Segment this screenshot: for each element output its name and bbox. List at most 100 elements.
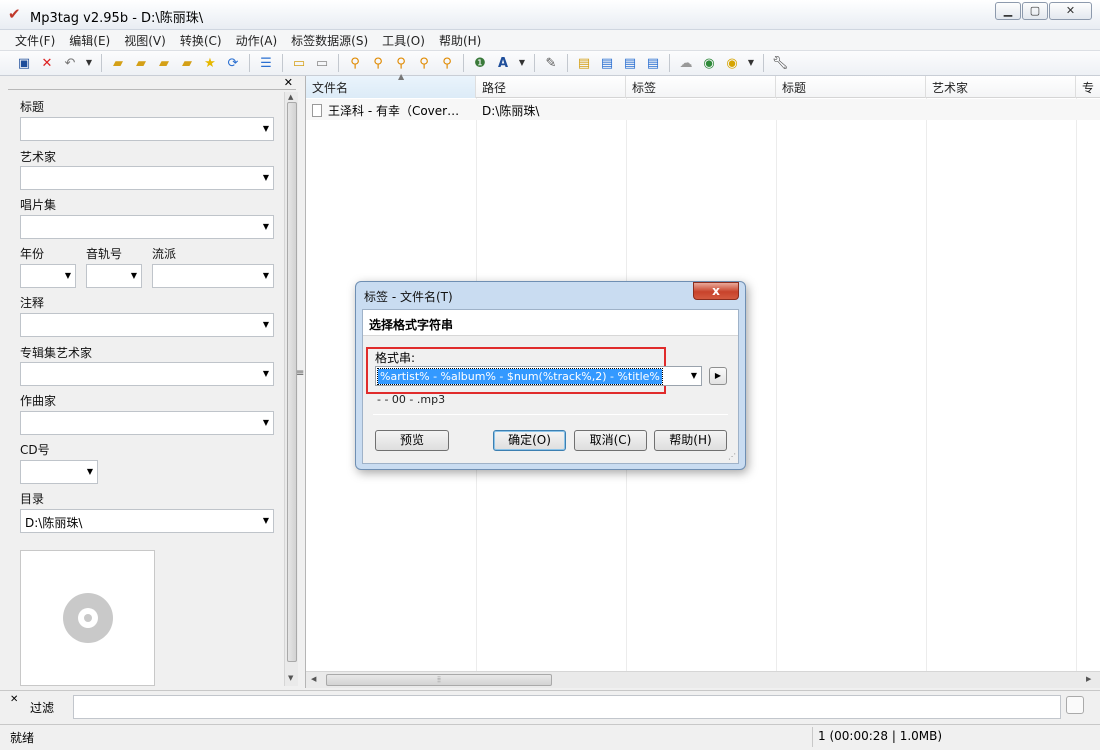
column-tag[interactable]: 标签 xyxy=(626,76,776,98)
artist-cell[interactable] xyxy=(926,99,1076,120)
tag-to-tag-icon[interactable]: ⚲ xyxy=(391,53,411,73)
select-icon[interactable]: ▤ xyxy=(597,53,617,73)
favorite-star-icon[interactable]: ★ xyxy=(200,53,220,73)
refresh-icon[interactable]: ⟳ xyxy=(223,53,243,73)
title-combo[interactable]: ▼ xyxy=(20,117,274,141)
menu-actions[interactable]: 动作(A) xyxy=(229,30,285,50)
chevron-down-icon[interactable]: ▼ xyxy=(263,369,269,378)
menu-edit[interactable]: 编辑(E) xyxy=(62,30,117,50)
format-string-value[interactable]: %artist% - %album% - $num(%track%,2) - %… xyxy=(377,368,663,385)
year-combo[interactable]: ▼ xyxy=(20,264,76,288)
directory-combo[interactable]: D:\陈丽珠\ ▼ xyxy=(20,509,274,533)
menu-file[interactable]: 文件(F) xyxy=(8,30,62,50)
freedb-icon[interactable]: ◉ xyxy=(699,53,719,73)
filter-options-button[interactable] xyxy=(1066,696,1084,714)
album-combo[interactable]: ▼ xyxy=(20,215,274,239)
maximize-button[interactable]: ▢ xyxy=(1022,2,1048,20)
text-to-tag-icon[interactable]: ⚲ xyxy=(414,53,434,73)
filename-to-tag-icon[interactable]: ⚲ xyxy=(368,53,388,73)
disc-combo[interactable]: ▼ xyxy=(20,460,98,484)
add-dir-icon[interactable]: ▰ xyxy=(131,53,151,73)
chevron-down-icon[interactable]: ▼ xyxy=(263,173,269,182)
album-artist-combo[interactable]: ▼ xyxy=(20,362,274,386)
tag-to-filename-icon[interactable]: ⚲ xyxy=(345,53,365,73)
format-string-input[interactable]: %artist% - %album% - $num(%track%,2) - %… xyxy=(375,366,702,386)
cancel-button[interactable]: 取消(C) xyxy=(574,430,647,451)
chevron-down-icon[interactable]: ▼ xyxy=(263,124,269,133)
ok-button[interactable]: 确定(O) xyxy=(493,430,566,451)
scroll-down-icon[interactable]: ▼ xyxy=(288,674,293,682)
scroll-left-icon[interactable]: ◀ xyxy=(311,675,316,683)
column-filename[interactable]: ▲ 文件名 xyxy=(306,72,476,98)
folder-open-icon[interactable]: ▰ xyxy=(177,53,197,73)
chevron-down-icon[interactable]: ▼ xyxy=(131,271,137,280)
track-combo[interactable]: ▼ xyxy=(86,264,142,288)
resize-grip-icon[interactable]: ⋰ xyxy=(728,452,736,461)
hscroll-thumb[interactable]: ⦙⦙ xyxy=(326,674,552,686)
case-convert-icon[interactable]: A xyxy=(493,53,513,73)
chevron-down-icon[interactable]: ▼ xyxy=(263,418,269,427)
cover-art-box[interactable] xyxy=(20,550,155,686)
splitter-grip-icon[interactable]: ≡ xyxy=(296,368,304,379)
remove-tag-icon[interactable]: ✕ xyxy=(37,53,57,73)
tag-cell[interactable] xyxy=(626,99,776,120)
undo-dropdown-icon[interactable]: ▼ xyxy=(83,53,95,73)
artist-combo[interactable]: ▼ xyxy=(20,166,274,190)
chevron-down-icon[interactable]: ▼ xyxy=(263,320,269,329)
filter-input[interactable] xyxy=(73,695,1061,719)
menu-tools[interactable]: 工具(O) xyxy=(375,30,432,50)
minimize-button[interactable]: ▁ xyxy=(995,2,1021,20)
tag-to-text-icon[interactable]: ⚲ xyxy=(437,53,457,73)
format-placeholder-button[interactable]: ▶ xyxy=(709,367,727,385)
list-icon[interactable]: ☰ xyxy=(256,53,276,73)
panel-splitter[interactable]: ≡ xyxy=(296,78,304,686)
comment-combo[interactable]: ▼ xyxy=(20,313,274,337)
table-row[interactable]: 王泽科 - 有幸（Cover… D:\陈丽珠\ xyxy=(306,99,1100,120)
file-list-hscrollbar[interactable]: ◀ ⦙⦙ ▶ xyxy=(306,671,1100,688)
column-title[interactable]: 标题 xyxy=(776,76,926,98)
folder-icon[interactable]: ▰ xyxy=(154,53,174,73)
chevron-down-icon[interactable]: ▼ xyxy=(87,467,93,476)
scroll-right-icon[interactable]: ▶ xyxy=(1086,675,1091,683)
change-dir-icon[interactable]: ▰ xyxy=(108,53,128,73)
web-icon[interactable]: ◉ xyxy=(722,53,742,73)
sort-icon[interactable]: ▤ xyxy=(643,53,663,73)
edit-tag-icon[interactable]: ✎ xyxy=(541,53,561,73)
web-dropdown-icon[interactable]: ▼ xyxy=(745,53,757,73)
scroll-up-icon[interactable]: ▲ xyxy=(288,93,293,101)
menu-tag-sources[interactable]: 标签数据源(S) xyxy=(284,30,375,50)
menu-convert[interactable]: 转换(C) xyxy=(173,30,229,50)
print-icon[interactable]: ▭ xyxy=(312,53,332,73)
autonumber-icon[interactable]: ❶ xyxy=(470,53,490,73)
playlist-icon[interactable]: ▤ xyxy=(574,53,594,73)
menu-help[interactable]: 帮助(H) xyxy=(432,30,488,50)
chevron-down-icon[interactable]: ▼ xyxy=(263,222,269,231)
panel-close-icon[interactable]: ✕ xyxy=(284,76,293,89)
dialog-close-button[interactable]: x xyxy=(693,282,739,300)
column-album[interactable]: 专 xyxy=(1076,76,1100,98)
save-icon[interactable]: ▣ xyxy=(14,53,34,73)
menu-view[interactable]: 视图(V) xyxy=(117,30,173,50)
undo-icon[interactable]: ↶ xyxy=(60,53,80,73)
column-artist-label: 艺术家 xyxy=(932,81,969,95)
chevron-down-icon[interactable]: ▼ xyxy=(691,371,697,380)
filter-close-icon[interactable]: ✕ xyxy=(10,694,18,705)
preview-button[interactable]: 预览 xyxy=(375,430,449,451)
help-button[interactable]: 帮助(H) xyxy=(654,430,727,451)
filename-cell[interactable]: 王泽科 - 有幸（Cover… xyxy=(306,99,476,120)
composer-combo[interactable]: ▼ xyxy=(20,411,274,435)
genre-combo[interactable]: ▼ xyxy=(152,264,274,288)
case-dropdown-icon[interactable]: ▼ xyxy=(516,53,528,73)
web-source-icon[interactable]: ☁ xyxy=(676,53,696,73)
title-cell[interactable] xyxy=(776,99,926,120)
column-path[interactable]: 路径 xyxy=(476,76,626,98)
path-cell[interactable]: D:\陈丽珠\ xyxy=(476,99,626,120)
column-artist[interactable]: 艺术家 xyxy=(926,76,1076,98)
close-button[interactable]: ✕ xyxy=(1049,2,1092,20)
chevron-down-icon[interactable]: ▼ xyxy=(65,271,71,280)
options-wrench-icon[interactable]: 🔧︎ xyxy=(770,53,790,73)
select-all-icon[interactable]: ▤ xyxy=(620,53,640,73)
chevron-down-icon[interactable]: ▼ xyxy=(263,516,269,525)
export-icon[interactable]: ▭ xyxy=(289,53,309,73)
chevron-down-icon[interactable]: ▼ xyxy=(263,271,269,280)
